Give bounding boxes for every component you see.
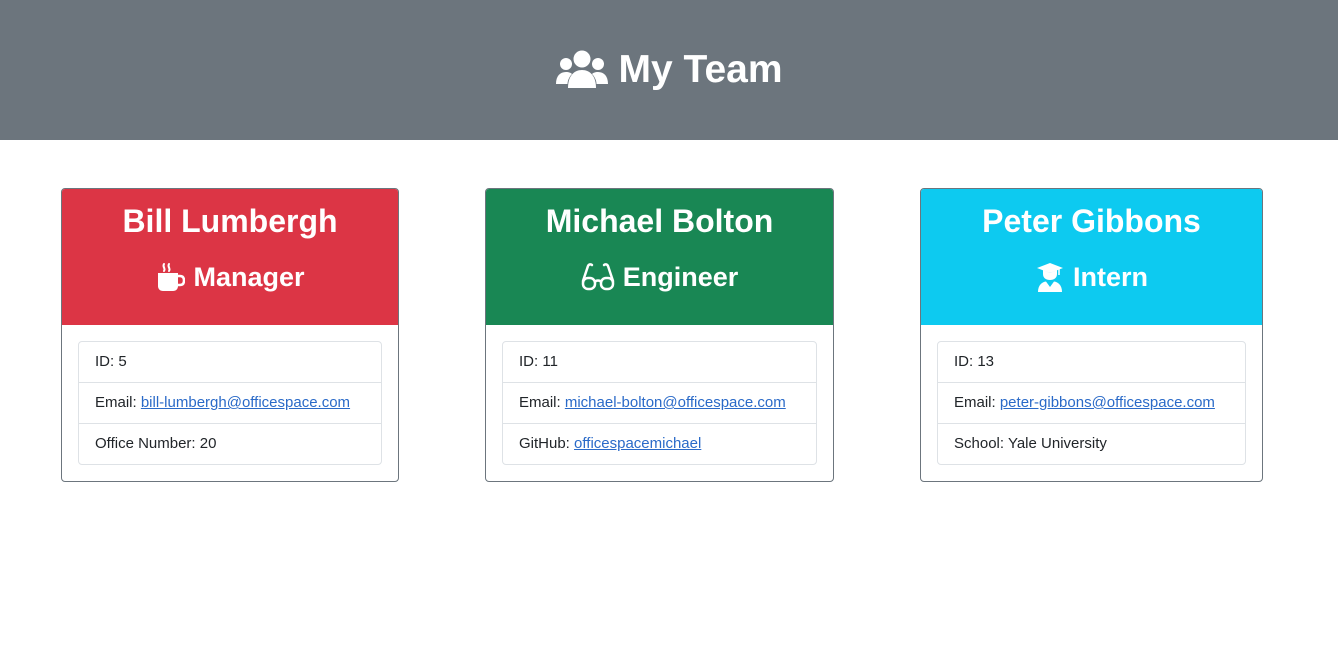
- email-label: Email:: [954, 394, 1000, 411]
- employee-name: Bill Lumbergh: [122, 203, 338, 239]
- email-item: Email: michael-bolton@officespace.com: [503, 383, 816, 424]
- email-link[interactable]: michael-bolton@officespace.com: [565, 394, 786, 411]
- email-label: Email:: [519, 394, 565, 411]
- role-label: Manager: [193, 262, 305, 292]
- id-item: ID: 13: [938, 342, 1245, 383]
- graduate-icon: [1036, 263, 1063, 292]
- employee-card-manager: Bill Lumbergh Manager ID: 5 Email: bill-…: [61, 188, 399, 482]
- office-number-value: 20: [199, 435, 217, 452]
- github-label: GitHub:: [519, 435, 575, 452]
- info-list: ID: 5 Email: bill-lumbergh@officespace.c…: [78, 341, 382, 465]
- id-value: 13: [977, 353, 995, 370]
- id-value: 11: [542, 353, 558, 370]
- employee-role: Intern: [921, 259, 1262, 295]
- email-label: Email:: [95, 394, 141, 411]
- id-label: ID:: [95, 353, 119, 370]
- id-item: ID: 5: [79, 342, 381, 383]
- info-list: ID: 11 Email: michael-bolton@officespace…: [502, 341, 817, 465]
- role-label: Engineer: [622, 262, 739, 292]
- school-value: Yale University: [1007, 435, 1107, 452]
- github-link[interactable]: officespacemichael: [574, 435, 701, 452]
- id-label: ID:: [519, 353, 543, 370]
- card-body: ID: 5 Email: bill-lumbergh@officespace.c…: [62, 325, 398, 481]
- school-item: School: Yale University: [938, 424, 1245, 464]
- employee-role: Manager: [62, 259, 398, 295]
- users-icon: [555, 50, 608, 88]
- glasses-icon: [581, 263, 614, 291]
- email-link[interactable]: peter-gibbons@officespace.com: [1000, 394, 1215, 411]
- page-title-text: My Team: [618, 48, 783, 91]
- employee-role: Engineer: [486, 259, 833, 295]
- coffee-mug-icon: [158, 263, 186, 291]
- school-label: School:: [954, 435, 1008, 452]
- employee-name: Peter Gibbons: [982, 203, 1201, 239]
- employee-name: Michael Bolton: [545, 203, 774, 239]
- card-body: ID: 11 Email: michael-bolton@officespace…: [486, 325, 833, 481]
- card-header: Bill Lumbergh Manager: [62, 189, 398, 325]
- office-number-label: Office Number:: [95, 435, 200, 452]
- role-label: Intern: [1072, 262, 1148, 292]
- id-value: 5: [118, 353, 127, 370]
- id-label: ID:: [954, 353, 978, 370]
- page-title: My Team: [555, 48, 783, 92]
- email-link[interactable]: bill-lumbergh@officespace.com: [141, 394, 350, 411]
- card-header: Peter Gibbons Intern: [921, 189, 1262, 325]
- info-list: ID: 13 Email: peter-gibbons@officespace.…: [937, 341, 1246, 465]
- employee-card-engineer: Michael Bolton Engineer ID: 11 Email: mi…: [485, 188, 834, 482]
- employee-card-intern: Peter Gibbons Intern ID: 13 Email: peter…: [920, 188, 1263, 482]
- page-header: My Team: [0, 0, 1338, 140]
- email-item: Email: peter-gibbons@officespace.com: [938, 383, 1245, 424]
- github-item: GitHub: officespacemichael: [503, 424, 816, 464]
- id-item: ID: 11: [503, 342, 816, 383]
- card-body: ID: 13 Email: peter-gibbons@officespace.…: [921, 325, 1262, 481]
- office-number-item: Office Number: 20: [79, 424, 381, 464]
- email-item: Email: bill-lumbergh@officespace.com: [79, 383, 381, 424]
- card-header: Michael Bolton Engineer: [486, 189, 833, 325]
